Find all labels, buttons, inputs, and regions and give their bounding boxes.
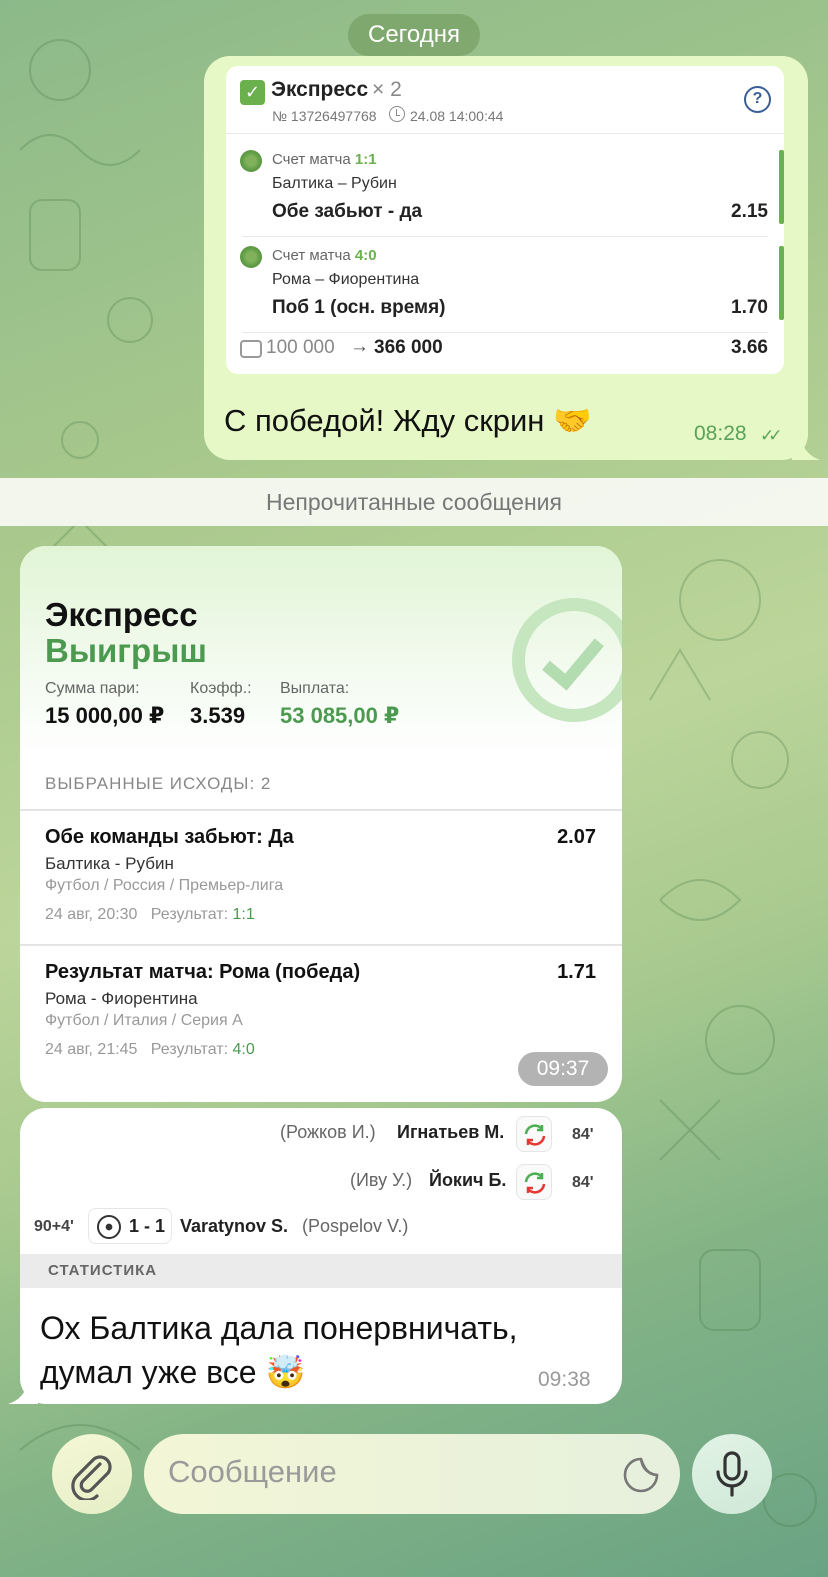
substitution-icon xyxy=(516,1116,552,1152)
unread-separator: Непрочитанные сообщения xyxy=(0,478,828,526)
message-text: С победой! Жду скрин 🤝 xyxy=(224,403,592,438)
player-out: (Рожков И.) xyxy=(280,1122,376,1142)
leg-score-line: Счет матча 1:1 xyxy=(272,151,377,168)
event-teams: Рома - Фиорентина xyxy=(45,989,198,1008)
message-time: 09:38 xyxy=(538,1368,591,1391)
player-in: Игнатьев М. xyxy=(397,1122,505,1142)
bet-coupon-card[interactable]: ✓ Экспресс × 2 № 13726497768 24.08 14:00… xyxy=(226,66,784,374)
coupon-footer: 100 000 → 366 000 3.66 xyxy=(226,332,784,372)
player-in: Йокич Б. xyxy=(429,1170,507,1190)
attach-button[interactable] xyxy=(52,1434,132,1514)
bet-type-title: Экспресс xyxy=(45,596,198,633)
wallet-icon xyxy=(240,340,262,358)
coupon-stake: 100 000 xyxy=(266,337,335,358)
goal-badge: 1 - 1 xyxy=(88,1208,172,1244)
coupon-number: № 13726497768 xyxy=(272,108,377,124)
leg-pick: Обе забьют - да xyxy=(272,201,423,222)
substitution-icon xyxy=(516,1164,552,1200)
event-time-result: 24 авг, 21:45 Результат: 4:0 xyxy=(45,1041,255,1058)
football-icon xyxy=(240,246,262,268)
event-time-result: 24 авг, 20:30 Результат: 1:1 xyxy=(45,906,255,923)
substitution-minute: 84' xyxy=(572,1126,594,1143)
leg-score-line: Счет матча 4:0 xyxy=(272,247,377,264)
bet-status: Выигрыш xyxy=(45,632,207,669)
leg-status-bar xyxy=(779,150,784,224)
coef-label: Коэфф.: xyxy=(190,680,252,697)
leg-odd: 1.70 xyxy=(731,297,768,318)
divider xyxy=(20,944,622,946)
sticker-icon[interactable] xyxy=(622,1456,660,1494)
coupon-header: ✓ Экспресс × 2 № 13726497768 24.08 14:00… xyxy=(226,66,784,134)
substitution-row: (Рожков И.) Игнатьев М. 84' xyxy=(20,1114,622,1154)
substitution-minute: 84' xyxy=(572,1174,594,1191)
leg-teams: Балтика – Рубин xyxy=(272,175,397,192)
player-out: (Иву У.) xyxy=(350,1170,413,1190)
event-market: Обе команды забьют: Да xyxy=(45,826,294,848)
checkbox-icon: ✓ xyxy=(240,80,265,105)
message-input[interactable]: Сообщение xyxy=(144,1434,680,1514)
event-league: Футбол / Италия / Серия А xyxy=(45,1012,243,1029)
event-market: Результат матча: Рома (победа) xyxy=(45,961,361,983)
payout-label: Выплата: xyxy=(280,680,350,697)
leg-odd: 2.15 xyxy=(731,201,768,222)
goal-minute: 90+4' xyxy=(34,1218,74,1235)
soccer-ball-icon xyxy=(97,1215,121,1239)
divider xyxy=(20,809,622,811)
payout-value: 53 085,00 ₽ xyxy=(280,703,400,728)
coupon-leg: Счет матча 1:1 Балтика – Рубин Обе забью… xyxy=(226,138,784,234)
event-league: Футбол / Россия / Премьер-лига xyxy=(45,877,284,894)
stake-label: Сумма пари: xyxy=(45,680,140,697)
message-text: Ох Балтика дала понервничать, думал уже … xyxy=(40,1310,518,1390)
coupon-total-odd: 3.66 xyxy=(731,337,768,358)
coupon-title: Экспресс xyxy=(271,78,369,101)
substitution-row: (Иву У.) Йокич Б. 84' xyxy=(20,1162,622,1202)
coupon-multiplier: × 2 xyxy=(372,78,402,101)
voice-record-button[interactable] xyxy=(692,1434,772,1514)
coef-value: 3.539 xyxy=(190,703,246,728)
outgoing-message[interactable]: ✓ Экспресс × 2 № 13726497768 24.08 14:00… xyxy=(204,56,808,460)
leg-teams: Рома – Фиорентина xyxy=(272,271,420,288)
date-separator: Сегодня xyxy=(348,14,480,56)
event-odd: 2.07 xyxy=(557,826,596,848)
coupon-datetime: 24.08 14:00:44 xyxy=(410,108,504,124)
football-icon xyxy=(240,150,262,172)
event-odd: 1.71 xyxy=(557,961,596,983)
coupon-payout: 366 000 xyxy=(374,337,443,358)
coupon-leg: Счет матча 4:0 Рома – Фиорентина Поб 1 (… xyxy=(226,234,784,330)
goal-assist: (Pospelov V.) xyxy=(302,1216,409,1236)
leg-status-bar xyxy=(779,246,784,320)
statistics-header: СТАТИСТИКА xyxy=(20,1254,622,1288)
incoming-text-message[interactable]: (Рожков И.) Игнатьев М. 84' (Иву У.) Йок… xyxy=(20,1108,622,1404)
selected-outcomes-header: ВЫБРАННЫЕ ИСХОДЫ: 2 xyxy=(45,774,272,793)
message-placeholder: Сообщение xyxy=(168,1454,337,1489)
bubble-tail xyxy=(792,430,820,460)
message-time: 09:37 xyxy=(518,1052,608,1086)
microphone-icon xyxy=(716,1451,748,1497)
stake-value: 15 000,00 ₽ xyxy=(45,703,165,728)
help-icon[interactable]: ? xyxy=(744,86,771,113)
leg-pick: Поб 1 (осн. время) xyxy=(272,297,446,318)
read-ticks-icon: ✓✓ xyxy=(760,426,782,445)
incoming-bet-message[interactable]: Экспресс Выигрыш Сумма пари: 15 000,00 ₽… xyxy=(20,546,622,1102)
goal-score: 1 - 1 xyxy=(129,1216,166,1236)
paperclip-icon xyxy=(71,1455,112,1500)
goal-scorer: Varatynov S. xyxy=(180,1216,289,1236)
message-time: 08:28 xyxy=(694,422,747,445)
clock-icon xyxy=(389,106,405,122)
arrow-right-icon: → xyxy=(350,336,369,357)
event-teams: Балтика - Рубин xyxy=(45,854,174,873)
bubble-tail xyxy=(8,1372,38,1404)
